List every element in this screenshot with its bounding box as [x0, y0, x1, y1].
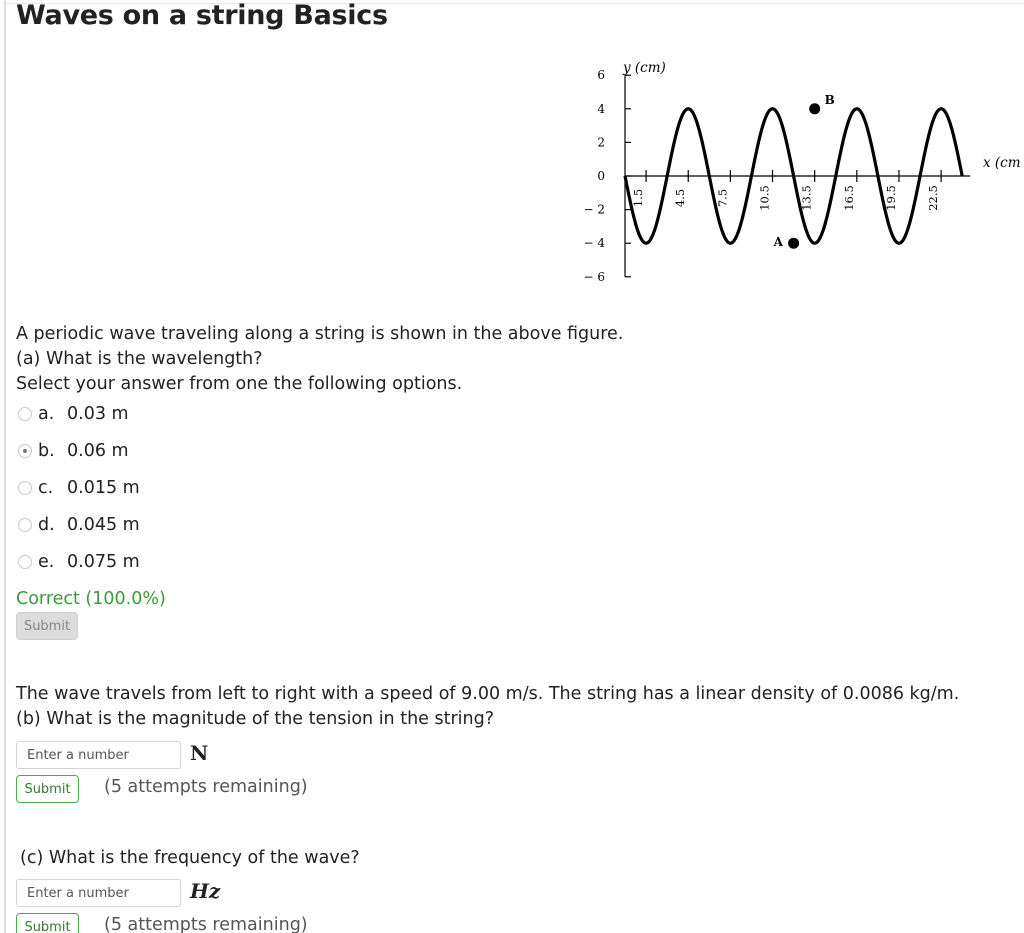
point-b-marker	[809, 103, 821, 115]
part-b-intro: The wave travels from left to right with…	[16, 684, 960, 704]
x-tick-label: 10.5	[758, 185, 772, 211]
radio-e[interactable]	[18, 555, 32, 569]
option-text: 0.075 m	[67, 552, 140, 572]
radio-b[interactable]	[18, 444, 32, 458]
part-c-question: (c) What is the frequency of the wave?	[20, 848, 360, 868]
y-tick-label: − 4	[583, 236, 605, 250]
part-c-attempts: (5 attempts remaining)	[104, 915, 308, 933]
part-a-instruction: Select your answer from one the followin…	[16, 374, 463, 394]
option-letter: a.	[38, 404, 55, 424]
option-text: 0.015 m	[67, 478, 140, 498]
part-c-submit-button[interactable]: Submit	[16, 913, 79, 933]
part-a-question: (a) What is the wavelength?	[16, 349, 263, 369]
option-letter: e.	[38, 552, 55, 572]
x-tick-label: 1.5	[631, 189, 645, 207]
x-tick-label: 22.5	[926, 185, 940, 211]
radio-c[interactable]	[18, 481, 32, 495]
x-tick-label: 13.5	[800, 185, 814, 211]
frequency-input[interactable]	[16, 879, 181, 907]
left-border	[4, 0, 6, 933]
part-b-attempts: (5 attempts remaining)	[104, 777, 308, 797]
x-tick-label: 7.5	[715, 189, 729, 207]
tension-input[interactable]	[16, 741, 181, 769]
y-tick-label: 0	[597, 169, 605, 183]
radio-d[interactable]	[18, 518, 32, 532]
part-a-submit-button[interactable]: Submit	[16, 612, 78, 640]
option-c[interactable]: c. 0.015 m	[18, 477, 140, 499]
option-text: 0.03 m	[67, 404, 129, 424]
y-tick-label: 6	[597, 68, 605, 82]
y-axis: 6 4 2 0 − 2 − 4 − 6	[583, 68, 631, 284]
option-d[interactable]: d. 0.045 m	[18, 514, 140, 536]
x-tick-label: 19.5	[884, 185, 898, 211]
y-tick-label: − 6	[583, 270, 605, 284]
part-a-feedback: Correct (100.0%)	[16, 589, 166, 609]
x-tick-label: 4.5	[673, 189, 687, 207]
tension-unit: N	[190, 741, 209, 765]
option-b[interactable]: b. 0.06 m	[18, 440, 129, 462]
y-tick-label: 4	[597, 102, 605, 116]
part-b-submit-button[interactable]: Submit	[16, 775, 79, 803]
point-a-marker	[788, 237, 800, 249]
point-a-label: A	[773, 235, 784, 249]
y-axis-label: y (cm)	[622, 60, 666, 76]
wave-figure: 6 4 2 0 − 2 − 4 − 6 1.5 4.5 7.5 10.5 13.5 16.5 19.5 2…	[583, 60, 1020, 284]
part-a-intro: A periodic wave traveling along a string…	[16, 324, 624, 344]
option-letter: d.	[38, 515, 55, 535]
y-tick-label: − 2	[583, 203, 605, 217]
page-title: Waves on a string Basics	[16, 0, 388, 31]
option-text: 0.045 m	[67, 515, 140, 535]
option-text: 0.06 m	[67, 441, 129, 461]
option-letter: b.	[38, 441, 55, 461]
frequency-unit: Hz	[190, 879, 221, 903]
radio-a[interactable]	[18, 407, 32, 421]
y-tick-label: 2	[597, 135, 605, 149]
x-axis-label: x (cm)	[983, 155, 1020, 171]
option-a[interactable]: a. 0.03 m	[18, 403, 129, 425]
part-b-question: (b) What is the magnitude of the tension…	[16, 709, 495, 729]
option-letter: c.	[38, 478, 54, 498]
x-tick-label: 16.5	[842, 185, 856, 211]
point-b-label: B	[825, 93, 835, 107]
option-e[interactable]: e. 0.075 m	[18, 551, 140, 573]
